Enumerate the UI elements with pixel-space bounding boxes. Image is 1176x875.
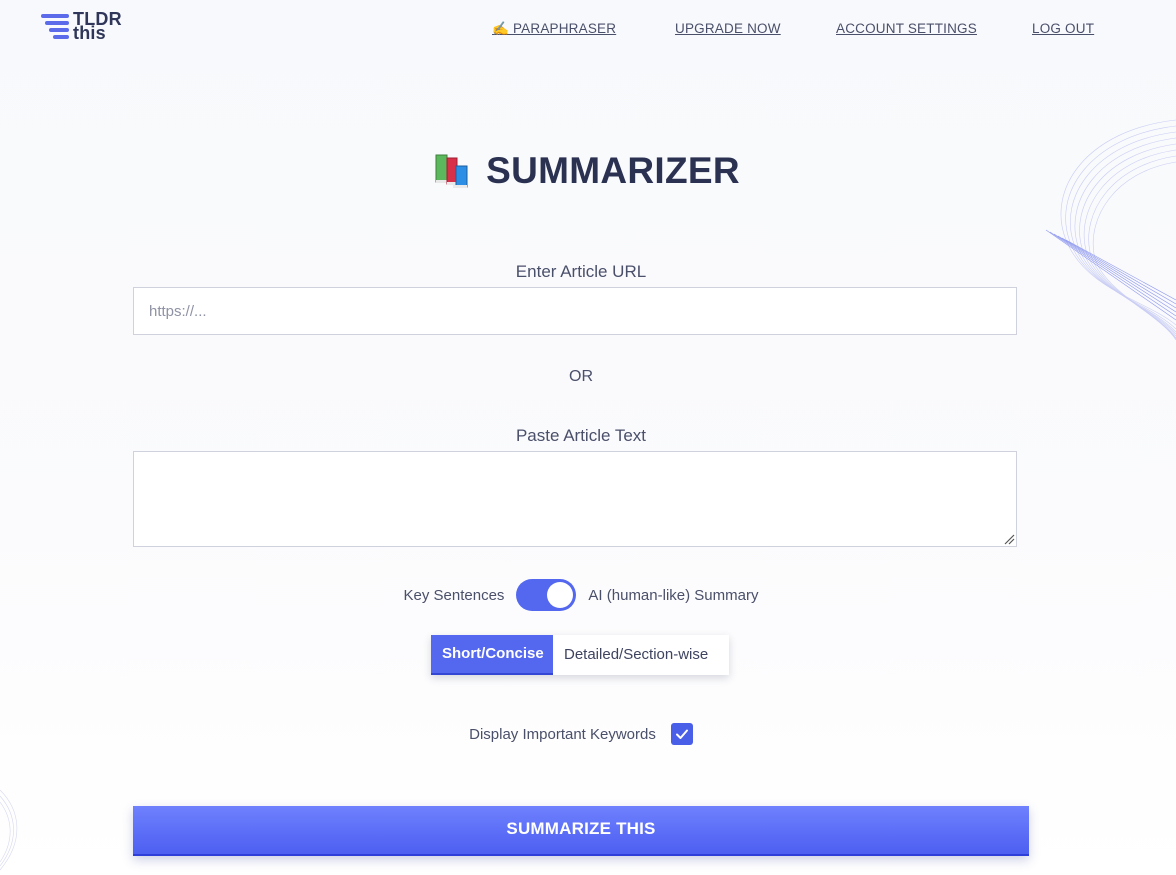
detailed-section-wise-option[interactable]: Detailed/Section-wise [553, 635, 729, 675]
article-url-input[interactable] [133, 287, 1017, 335]
decorative-wave-lines [1045, 119, 1176, 340]
nav-account-settings-link[interactable]: ACCOUNT SETTINGS [836, 21, 977, 36]
key-sentences-label: Key Sentences [403, 586, 505, 604]
decorative-wave-lines-left [0, 789, 18, 871]
article-text-area[interactable] [133, 451, 1017, 547]
or-divider-text: OR [569, 368, 593, 385]
url-label: Enter Article URL [515, 262, 647, 281]
top-nav: ✍️ PARAPHRASER UPGRADE NOW ACCOUNT SETTI… [0, 21, 1176, 37]
keywords-label: Display Important Keywords [469, 725, 656, 743]
nav-upgrade-link[interactable]: UPGRADE NOW [675, 21, 781, 36]
nav-logout-link[interactable]: LOG OUT [1032, 21, 1094, 36]
page: TLDR this ✍️ PARAPHRASER UPGRADE NOW ACC… [0, 0, 1176, 875]
resize-handle-icon[interactable] [1003, 533, 1015, 545]
ai-summary-label: AI (human-like) Summary [588, 586, 759, 604]
checkmark-icon [675, 729, 688, 739]
summary-length-selector: Short/Concise Detailed/Section-wise [431, 635, 729, 675]
keywords-row: Display Important Keywords [0, 722, 1162, 746]
summary-mode-toggle[interactable] [516, 579, 577, 611]
page-title-row: SUMMARIZER [0, 150, 1176, 192]
toggle-knob [547, 582, 574, 608]
summary-mode-row: Key Sentences AI (human-like) Summary [0, 579, 1162, 611]
summarize-button[interactable]: SUMMARIZE THIS [133, 806, 1029, 856]
paste-text-label: Paste Article Text [515, 426, 647, 445]
nav-paraphraser-link[interactable]: ✍️ PARAPHRASER [492, 21, 616, 37]
books-icon [435, 154, 468, 188]
keywords-checkbox[interactable] [670, 723, 693, 745]
short-concise-option[interactable]: Short/Concise [431, 635, 553, 675]
page-title: SUMMARIZER [486, 150, 740, 191]
